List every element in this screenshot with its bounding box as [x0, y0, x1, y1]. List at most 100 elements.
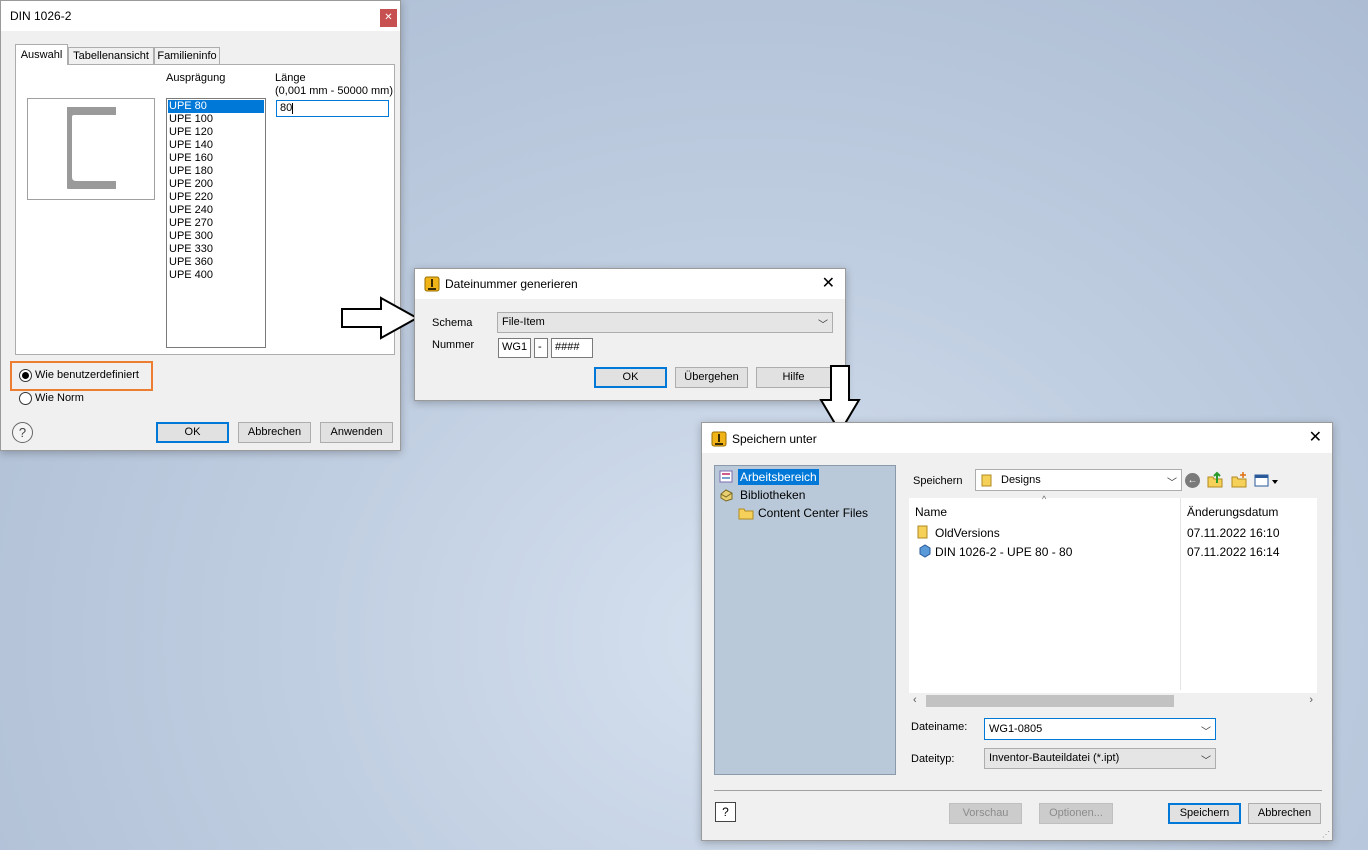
close-icon: ✕: [384, 12, 393, 23]
size-list-item[interactable]: UPE 300: [168, 230, 264, 243]
save-in-label: Speichern: [913, 475, 963, 487]
sort-ascending-icon: ^: [1042, 494, 1047, 504]
text-caret: [292, 102, 294, 114]
folder-icon: [738, 508, 754, 520]
scroll-right-icon: ›: [1309, 694, 1313, 706]
size-list-item[interactable]: UPE 240: [168, 204, 264, 217]
filename-label: Dateiname:: [911, 721, 968, 733]
options-button[interactable]: Optionen...: [1039, 803, 1113, 824]
auspraegung-label: Ausprägung: [166, 72, 226, 84]
radio-unchecked-icon: [19, 392, 32, 405]
preview-button[interactable]: Vorschau: [949, 803, 1022, 824]
file-row-part[interactable]: DIN 1026-2 - UPE 80 - 80 07.11.2022 16:1…: [915, 544, 1315, 561]
profile-preview: [27, 98, 155, 200]
ok-button[interactable]: OK: [594, 367, 667, 388]
ok-button[interactable]: OK: [156, 422, 229, 443]
close-button[interactable]: ✕: [380, 9, 397, 27]
number-label: Nummer: [432, 339, 475, 351]
column-name-header[interactable]: Name: [915, 505, 947, 519]
footer-divider: [714, 790, 1322, 791]
schema-select[interactable]: File-Item ﹀: [497, 312, 833, 333]
tab-familieninfo[interactable]: Familieninfo: [154, 47, 220, 65]
cancel-button[interactable]: Abbrechen: [1248, 803, 1321, 824]
size-list[interactable]: UPE 80 UPE 100 UPE 120 UPE 140 UPE 160 UPE 18…: [166, 98, 266, 348]
generate-title: Dateinummer generieren: [445, 277, 578, 291]
save-button[interactable]: Speichern: [1168, 803, 1241, 824]
din-titlebar[interactable]: DIN 1026-2 ✕: [1, 1, 400, 31]
libraries-icon: [720, 489, 733, 502]
save-in-select[interactable]: Designs ﹀: [975, 469, 1182, 491]
size-list-item[interactable]: UPE 200: [168, 178, 264, 191]
number-counter-field[interactable]: ####: [551, 338, 593, 358]
tab-panel: Ausprägung UPE 80 UPE 100 UPE 120 UPE 140 UP…: [15, 64, 395, 355]
din-title: DIN 1026-2: [10, 9, 72, 23]
workspace-icon: [719, 470, 733, 483]
inventor-app-icon: [711, 431, 727, 447]
view-menu-button[interactable]: [1254, 473, 1280, 489]
location-tree: Arbeitsbereich Bibliotheken Content Cent…: [714, 465, 896, 775]
right-arrow-icon: [341, 296, 420, 340]
skip-button[interactable]: Übergehen: [675, 367, 748, 388]
back-button[interactable]: ←: [1185, 473, 1200, 488]
folder-icon: [981, 474, 992, 487]
new-folder-icon: [1231, 472, 1247, 488]
tab-tabellenansicht[interactable]: Tabellenansicht: [68, 47, 154, 65]
number-prefix-field[interactable]: WG1: [498, 338, 531, 358]
part-icon: [919, 544, 931, 558]
filename-input[interactable]: WG1-0805 ﹀: [984, 718, 1216, 740]
close-icon[interactable]: ✕: [822, 276, 835, 292]
size-list-item[interactable]: UPE 330: [168, 243, 264, 256]
cancel-button[interactable]: Abbrechen: [238, 422, 311, 443]
laenge-input[interactable]: 80: [276, 100, 389, 117]
help-icon: ?: [722, 805, 729, 819]
size-list-item[interactable]: UPE 220: [168, 191, 264, 204]
schema-label: Schema: [432, 317, 473, 329]
size-list-item[interactable]: UPE 180: [168, 165, 264, 178]
size-list-item[interactable]: UPE 400: [168, 269, 264, 282]
column-date-header[interactable]: Änderungsdatum: [1187, 505, 1278, 519]
size-list-item[interactable]: UPE 100: [168, 113, 264, 126]
file-list: ^ Name Änderungsdatum OldVersions 07.11.…: [909, 494, 1317, 709]
back-arrow-icon: ←: [1187, 475, 1198, 486]
size-list-item[interactable]: UPE 160: [168, 152, 264, 165]
save-as-dialog: Speichern unter ✕ Arbeitsbereich Bibliot…: [701, 422, 1333, 841]
chevron-down-icon: ﹀: [818, 320, 828, 331]
help-button[interactable]: ?: [715, 802, 736, 822]
number-separator-field[interactable]: -: [534, 338, 548, 358]
close-icon[interactable]: ✕: [1309, 430, 1322, 446]
folder-up-icon: [1207, 471, 1223, 488]
folder-icon: [917, 525, 928, 539]
size-list-item[interactable]: UPE 360: [168, 256, 264, 269]
size-list-item[interactable]: UPE 120: [168, 126, 264, 139]
horizontal-scrollbar[interactable]: ‹ ›: [909, 693, 1317, 709]
resize-grip-icon[interactable]: ⋰: [1322, 830, 1330, 839]
up-folder-button[interactable]: [1206, 471, 1224, 489]
scroll-left-icon: ‹: [913, 694, 917, 706]
scrollbar-thumb[interactable]: [926, 695, 1174, 707]
view-menu-icon: [1254, 474, 1278, 487]
filetype-label: Dateityp:: [911, 753, 955, 765]
help-button[interactable]: ?: [12, 422, 33, 443]
apply-button[interactable]: Anwenden: [320, 422, 393, 443]
size-list-item[interactable]: UPE 140: [168, 139, 264, 152]
laenge-label: Länge: [275, 72, 306, 84]
save-titlebar[interactable]: Speichern unter ✕: [702, 423, 1332, 453]
size-list-item[interactable]: UPE 80: [168, 100, 264, 113]
size-list-item[interactable]: UPE 270: [168, 217, 264, 230]
chevron-down-icon: ﹀: [1201, 727, 1211, 738]
tab-auswahl[interactable]: Auswahl: [15, 44, 68, 65]
laenge-range: (0,001 mm - 50000 mm): [275, 85, 393, 97]
file-row-oldversions[interactable]: OldVersions 07.11.2022 16:10: [915, 525, 1315, 542]
help-icon: ?: [18, 425, 27, 440]
new-folder-button[interactable]: [1230, 471, 1248, 489]
chevron-down-icon: ﹀: [1201, 756, 1211, 767]
save-title: Speichern unter: [732, 432, 817, 446]
din-dialog: DIN 1026-2 ✕ Auswahl Tabellenansicht Fam…: [0, 0, 401, 451]
size-list-items: UPE 80 UPE 100 UPE 120 UPE 140 UPE 160 UPE 18…: [168, 100, 264, 282]
generate-number-dialog: Dateinummer generieren ✕ Schema File-Ite…: [414, 268, 846, 401]
radio-checked-icon: [19, 369, 32, 382]
generate-titlebar[interactable]: Dateinummer generieren ✕: [415, 269, 845, 299]
filetype-select[interactable]: Inventor-Bauteildatei (*.ipt) ﹀: [984, 748, 1216, 769]
c-profile-icon: [67, 107, 116, 189]
chevron-down-icon: ﹀: [1167, 478, 1177, 489]
